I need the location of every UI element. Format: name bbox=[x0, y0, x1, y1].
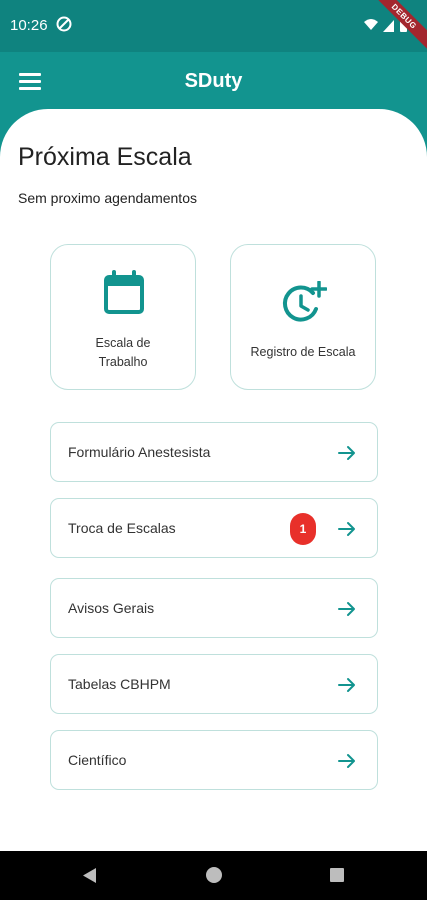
arrow-right-icon bbox=[338, 678, 355, 692]
recents-icon[interactable] bbox=[330, 868, 344, 882]
status-bar: 10:26 DEBUG bbox=[0, 0, 427, 52]
list-item-label: Troca de Escalas bbox=[68, 520, 176, 536]
main-content: Próxima Escala Sem proximo agendamentos … bbox=[0, 109, 427, 851]
list-item-label: Avisos Gerais bbox=[68, 600, 155, 616]
tile-label-registro-de-escala: Registro de Escala bbox=[250, 345, 356, 359]
list-item-label: Científico bbox=[68, 752, 127, 768]
arrow-right-icon bbox=[338, 446, 355, 460]
clock-plus-icon bbox=[282, 281, 327, 322]
list-item-cientifico[interactable]: Científico bbox=[50, 730, 378, 790]
system-navigation-bar bbox=[0, 851, 427, 900]
back-icon[interactable] bbox=[81, 867, 97, 884]
arrow-right-icon bbox=[338, 522, 355, 536]
list-item-formulario-anestesista[interactable]: Formulário Anestesista bbox=[50, 422, 378, 482]
tile-label-escala-de-trabalho: Escala de Trabalho bbox=[95, 336, 151, 369]
next-schedule-status: Sem proximo agendamentos bbox=[18, 190, 197, 206]
home-icon[interactable] bbox=[206, 867, 222, 883]
notification-badge: 1 bbox=[290, 513, 316, 545]
app-title: SDuty bbox=[184, 70, 243, 92]
sync-disabled-icon bbox=[56, 16, 72, 32]
page-title: Próxima Escala bbox=[18, 143, 192, 171]
list-item-avisos-gerais[interactable]: Avisos Gerais bbox=[50, 578, 378, 638]
arrow-right-icon bbox=[338, 754, 355, 768]
registro-de-escala-tile[interactable]: Registro de Escala bbox=[230, 244, 376, 390]
calendar-icon bbox=[104, 270, 144, 314]
escala-de-trabalho-tile[interactable]: Escala de Trabalho bbox=[50, 244, 196, 390]
app-bar: SDuty bbox=[0, 52, 427, 110]
list-item-troca-de-escalas[interactable]: Troca de Escalas 1 bbox=[50, 498, 378, 558]
arrow-right-icon bbox=[338, 602, 355, 616]
status-time: 10:26 bbox=[10, 17, 48, 34]
list-item-label: Formulário Anestesista bbox=[68, 444, 211, 460]
list-item-tabelas-cbhpm[interactable]: Tabelas CBHPM bbox=[50, 654, 378, 714]
list-item-label: Tabelas CBHPM bbox=[68, 676, 171, 692]
